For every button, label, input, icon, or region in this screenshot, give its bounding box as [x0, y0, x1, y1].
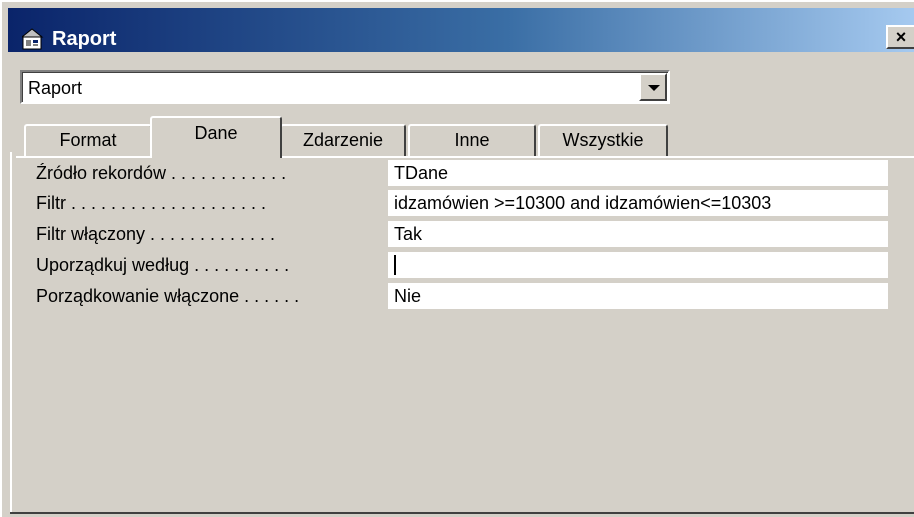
object-selector-combo[interactable]: Raport [20, 70, 670, 104]
tab-inne-label: Inne [454, 130, 490, 150]
tab-dane[interactable]: Dane [150, 116, 282, 158]
panel-bottom-edge [10, 512, 914, 514]
object-selector-value: Raport [28, 78, 83, 98]
properties-sheet-icon [22, 28, 44, 50]
close-icon: × [895, 27, 907, 47]
property-label: Źródło rekordów . . . . . . . . . . . . [36, 163, 287, 183]
property-value-field-focused[interactable] [388, 252, 888, 278]
property-label: Porządkowanie włączone . . . . . . [36, 286, 300, 306]
property-sheet-window: Raport × Raport Format Dane Zdarzenie In… [0, 0, 914, 517]
tab-inne[interactable]: Inne [408, 124, 536, 156]
tab-format[interactable]: Format [24, 124, 152, 156]
title-bar[interactable]: Raport × [8, 8, 914, 52]
property-value-field[interactable]: Tak [388, 221, 888, 247]
text-caret [394, 255, 396, 276]
close-button[interactable]: × [886, 25, 914, 49]
tab-dane-label: Dane [194, 123, 238, 143]
property-label: Uporządkuj według . . . . . . . . . . [36, 255, 290, 275]
tab-wszystkie[interactable]: Wszystkie [538, 124, 668, 156]
property-row-record-source[interactable]: Źródło rekordów . . . . . . . . . . . . … [16, 159, 914, 187]
property-label: Filtr włączony . . . . . . . . . . . . . [36, 224, 276, 244]
property-value-field[interactable]: Nie [388, 283, 888, 309]
property-value-field[interactable]: TDane [388, 160, 888, 186]
object-selector-dropdown-button[interactable] [639, 73, 667, 101]
property-value-field[interactable]: idzamówien >=10300 and idzamówien<=10303 [388, 190, 888, 216]
tab-zdarzenie-label: Zdarzenie [302, 130, 384, 150]
property-row-filter-on[interactable]: Filtr włączony . . . . . . . . . . . . .… [16, 220, 914, 248]
property-row-filter[interactable]: Filtr . . . . . . . . . . . . . . . . . … [16, 189, 914, 217]
window-title: Raport [52, 28, 117, 50]
property-tabs: Format Dane Zdarzenie Inne Wszystkie [16, 114, 914, 158]
property-label: Filtr . . . . . . . . . . . . . . . . . … [36, 193, 267, 213]
tab-zdarzenie[interactable]: Zdarzenie [280, 124, 406, 156]
property-row-order-by[interactable]: Uporządkuj według . . . . . . . . . . [16, 251, 914, 279]
chevron-down-icon [648, 85, 660, 91]
property-list: Źródło rekordów . . . . . . . . . . . . … [16, 158, 914, 512]
property-row-order-by-on[interactable]: Porządkowanie włączone . . . . . . Nie [16, 282, 914, 310]
tab-format-label: Format [59, 130, 117, 150]
panel-left-edge [10, 152, 12, 514]
tab-wszystkie-label: Wszystkie [562, 130, 644, 150]
